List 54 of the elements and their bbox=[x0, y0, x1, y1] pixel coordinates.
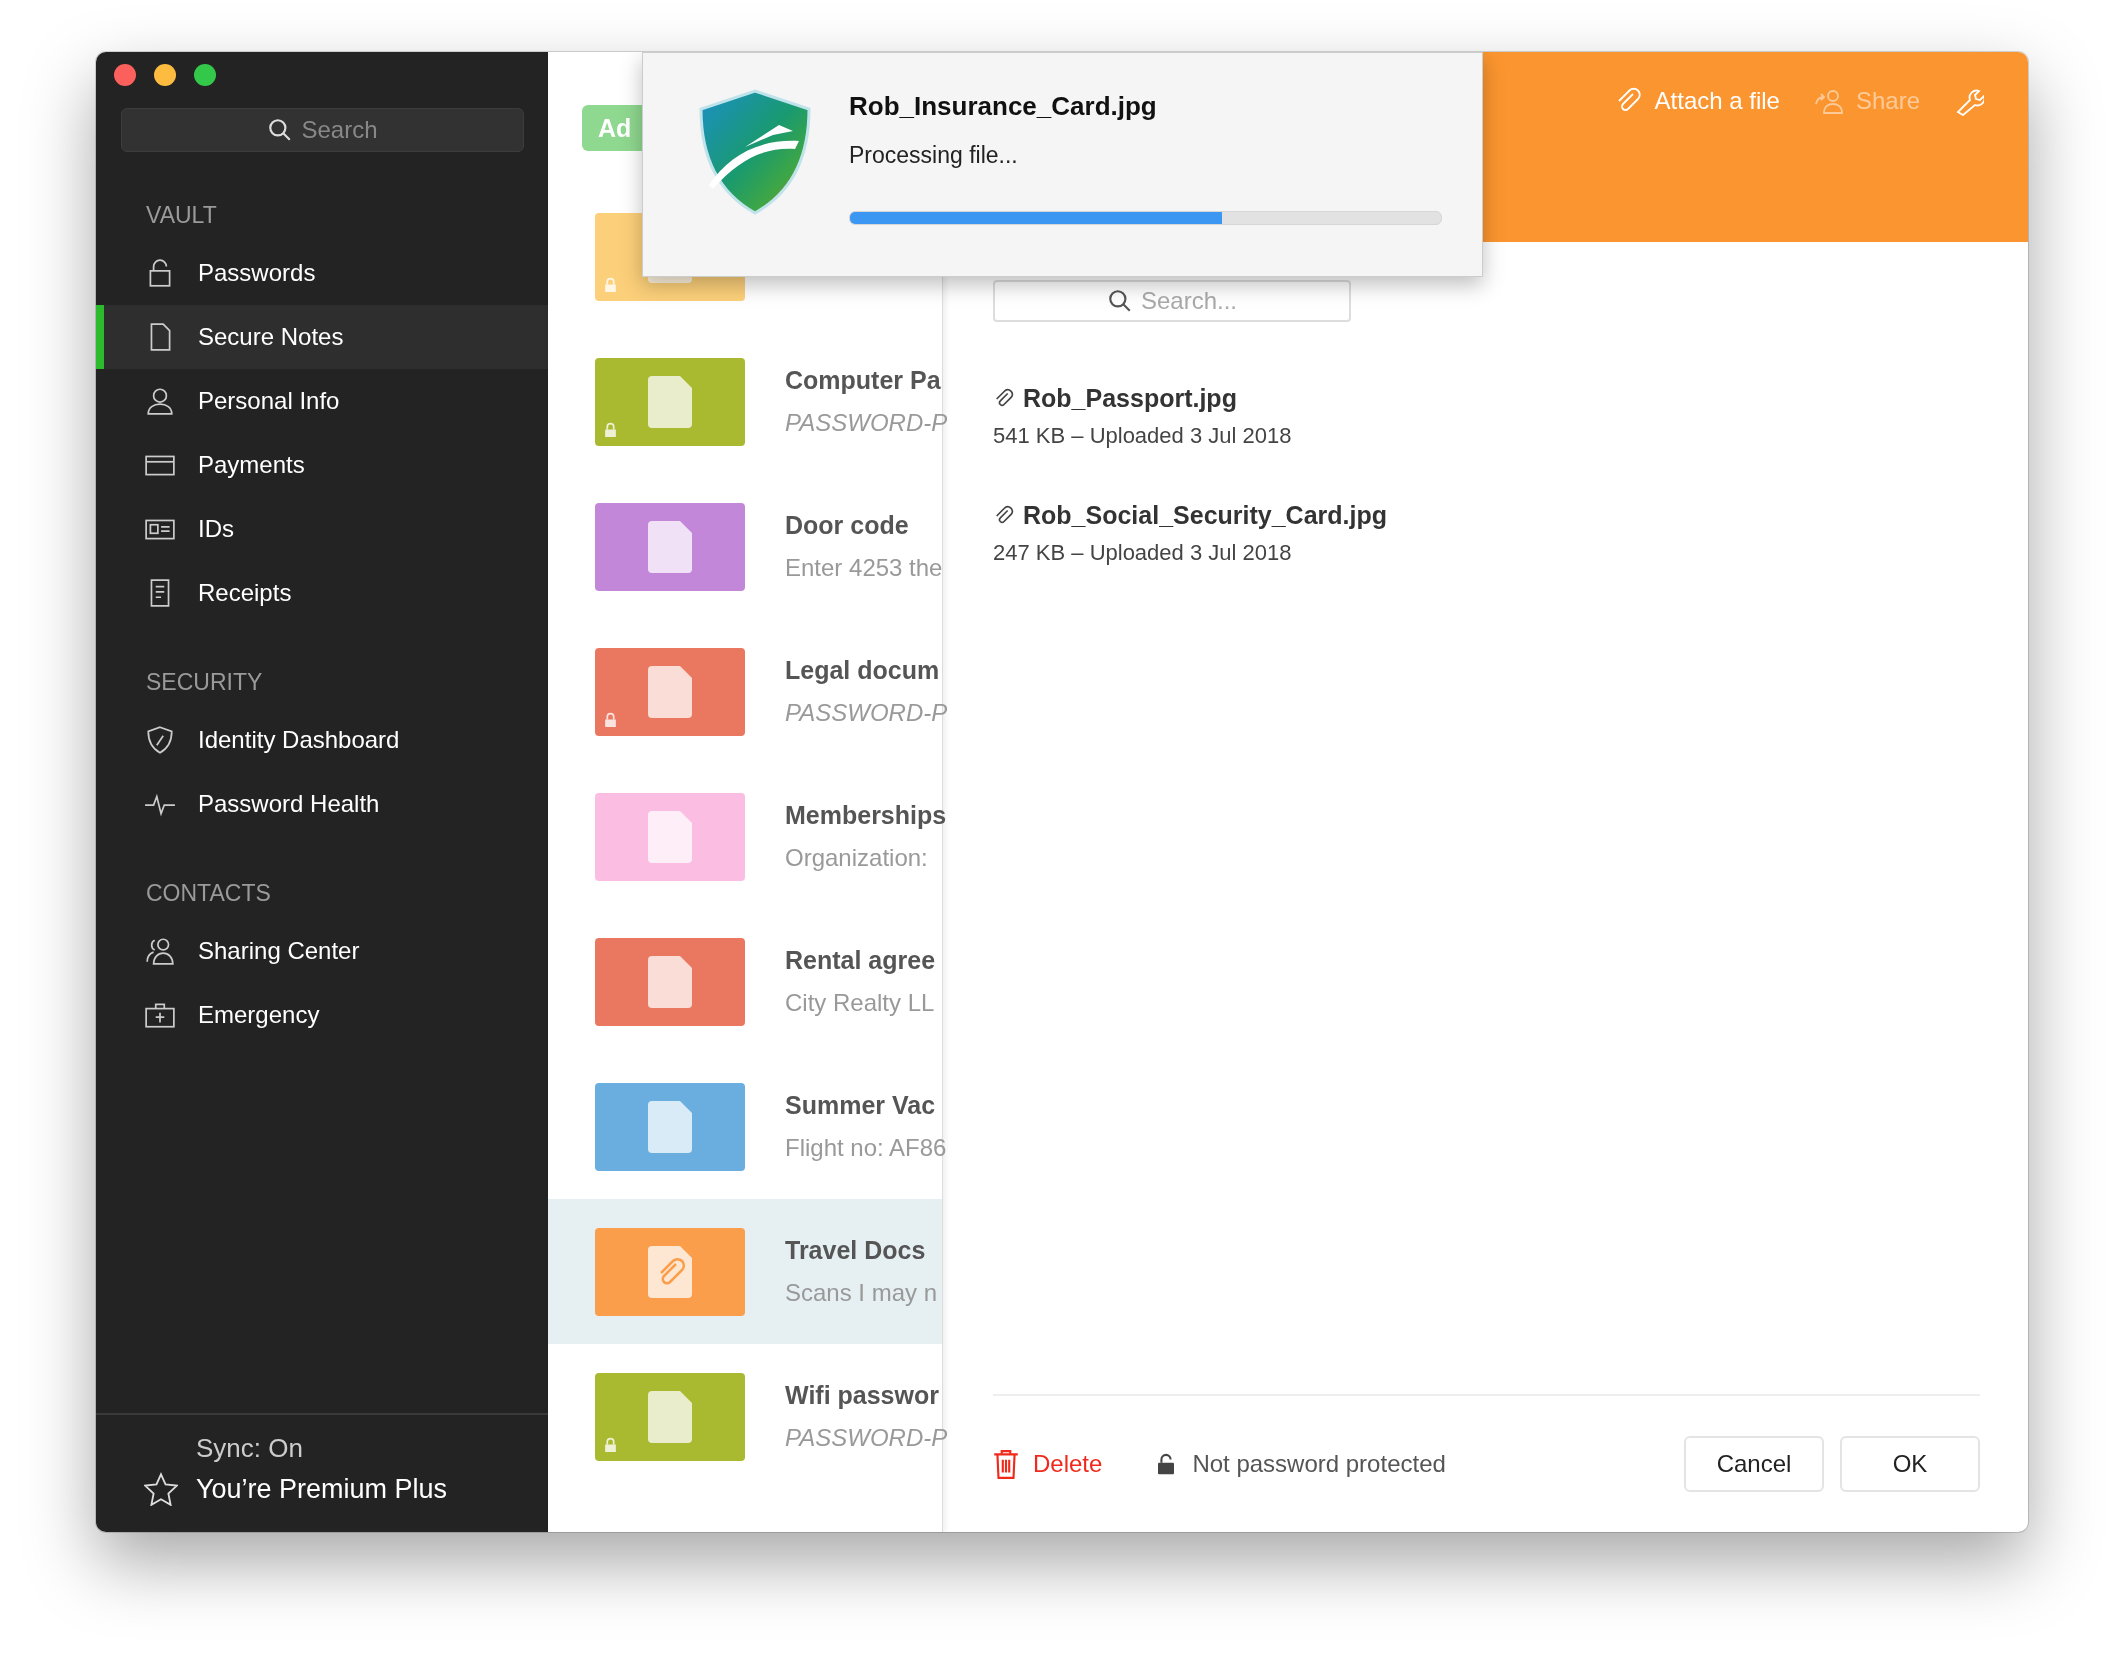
window-zoom-button[interactable] bbox=[194, 64, 216, 86]
note-subtitle: PASSWORD-P bbox=[785, 1424, 948, 1452]
note-title: Rental agree bbox=[785, 946, 936, 975]
note-title: Legal docum bbox=[785, 656, 941, 685]
note-title: Summer Vac bbox=[785, 1091, 937, 1120]
section-heading: VAULT bbox=[145, 202, 218, 229]
sidebar-item[interactable]: Receipts bbox=[96, 561, 548, 625]
sidebar-item[interactable]: Sharing Center bbox=[96, 919, 548, 983]
file-name: Rob_Insurance_Card.jpg bbox=[849, 91, 1158, 122]
delete-button[interactable]: Delete bbox=[993, 1449, 1103, 1479]
note-item[interactable]: Door code Enter 4253 the bbox=[548, 474, 942, 619]
search-field[interactable]: Search bbox=[121, 108, 524, 152]
note-subtitle: Scans I may n bbox=[785, 1279, 938, 1307]
sidebar-item[interactable]: Secure Notes bbox=[96, 305, 548, 369]
sidebar-item[interactable]: IDs bbox=[96, 497, 548, 561]
people-icon bbox=[144, 935, 176, 967]
note-item[interactable]: Travel Docs Scans I may n bbox=[548, 1199, 942, 1344]
sync-status: Sync: On bbox=[195, 1433, 304, 1464]
search-icon bbox=[1106, 288, 1133, 314]
note-subtitle: Enter 4253 the bbox=[785, 554, 943, 582]
sidebar-item[interactable]: Passwords bbox=[96, 241, 548, 305]
sidebar-item[interactable]: Payments bbox=[96, 433, 548, 497]
sidebar-item[interactable]: Emergency bbox=[96, 983, 548, 1047]
section-heading: CONTACTS bbox=[145, 880, 272, 907]
sidebar-item[interactable]: Personal Info bbox=[96, 369, 548, 433]
note-title: Travel Docs bbox=[785, 1236, 927, 1265]
sidebar-item[interactable]: Identity Dashboard bbox=[96, 708, 548, 772]
status-text: Processing file... bbox=[849, 142, 1019, 169]
note-title: Computer Pa bbox=[785, 366, 942, 395]
note-subtitle: Organization: bbox=[785, 844, 929, 872]
note-subtitle: PASSWORD-P bbox=[785, 699, 948, 727]
sidebar-item[interactable]: Password Health bbox=[96, 772, 548, 836]
window-close-button[interactable] bbox=[114, 64, 136, 86]
protection-status: Not password protected bbox=[1192, 1450, 1446, 1478]
window-minimize-button[interactable] bbox=[154, 64, 176, 86]
plan-label: You’re Premium Plus bbox=[196, 1473, 448, 1505]
note-subtitle: Flight no: AF86 bbox=[785, 1134, 947, 1162]
note-subtitle: City Realty LL bbox=[785, 989, 936, 1017]
shield-icon bbox=[144, 724, 176, 756]
padlock-icon bbox=[1158, 1453, 1175, 1475]
ok-button[interactable]: OK bbox=[1840, 1436, 1980, 1492]
attachment-link[interactable]: Rob_Passport.jpg bbox=[993, 384, 1980, 413]
attachment-details: 541 KB – Uploaded 3 Jul 2018 bbox=[993, 423, 1293, 449]
attachment-link[interactable]: Rob_Social_Security_Card.jpg bbox=[993, 501, 1980, 530]
trash-icon bbox=[993, 1449, 1019, 1479]
star-icon bbox=[144, 1472, 178, 1506]
note-title: Memberships bbox=[785, 801, 947, 830]
note-item[interactable]: Rental agree City Realty LL bbox=[548, 909, 942, 1054]
section-heading: SECURITY bbox=[145, 669, 264, 696]
note-title: Door code bbox=[785, 511, 910, 540]
note-title: Wifi passwor bbox=[785, 1381, 940, 1410]
note-subtitle: PASSWORD-P bbox=[785, 409, 948, 437]
attachment-details: 247 KB – Uploaded 3 Jul 2018 bbox=[993, 540, 1293, 566]
cancel-button[interactable]: Cancel bbox=[1684, 1436, 1824, 1492]
